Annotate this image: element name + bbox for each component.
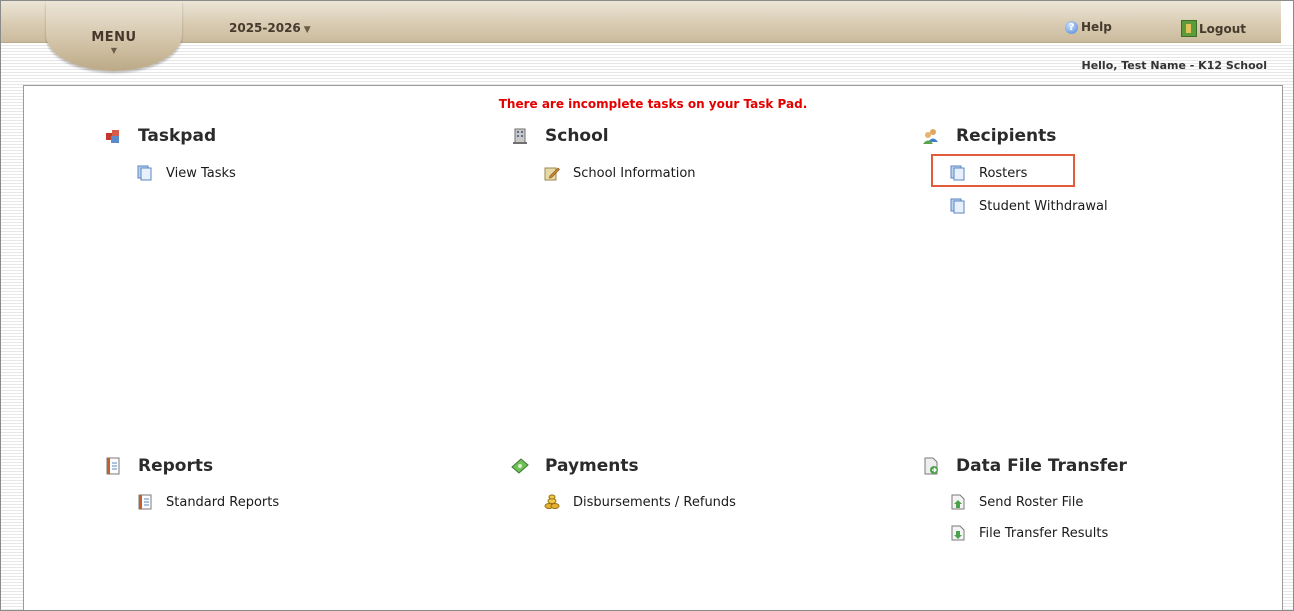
section-taskpad: Taskpad bbox=[104, 126, 216, 146]
report-icon bbox=[106, 457, 120, 475]
section-heading: Payments bbox=[511, 456, 639, 476]
user-greeting: Hello, Test Name - K12 School bbox=[1081, 59, 1267, 72]
section-title: Reports bbox=[138, 456, 214, 476]
file-transfer-results-link[interactable]: File Transfer Results bbox=[950, 525, 1108, 541]
rosters-highlight-box bbox=[931, 154, 1075, 187]
help-icon: ? bbox=[1065, 20, 1078, 34]
upload-file-icon bbox=[951, 494, 965, 510]
pages-icon bbox=[137, 165, 152, 181]
year-selector[interactable]: 2025-2026 ▼ bbox=[229, 21, 311, 35]
chevron-down-icon: ▼ bbox=[303, 25, 311, 35]
section-heading: Taskpad bbox=[104, 126, 216, 146]
logout-link[interactable]: Logout bbox=[1181, 20, 1246, 37]
incomplete-tasks-alert: There are incomplete tasks on your Task … bbox=[498, 97, 808, 111]
link-label: View Tasks bbox=[166, 165, 236, 181]
section-title: Data File Transfer bbox=[956, 456, 1127, 476]
door-icon bbox=[1181, 20, 1197, 37]
section-payments: Payments bbox=[511, 456, 639, 476]
help-link[interactable]: ? Help bbox=[1065, 20, 1112, 34]
section-school: School bbox=[511, 126, 609, 146]
link-label: School Information bbox=[573, 165, 696, 181]
money-icon bbox=[511, 458, 529, 474]
standard-reports-link[interactable]: Standard Reports bbox=[137, 494, 279, 510]
section-title: Recipients bbox=[956, 126, 1057, 146]
student-withdrawal-link[interactable]: Student Withdrawal bbox=[950, 198, 1108, 214]
section-title: Taskpad bbox=[138, 126, 217, 146]
section-heading: Recipients bbox=[922, 126, 1056, 146]
menu-button[interactable]: MENU ▼ bbox=[46, 1, 182, 71]
year-label: 2025-2026 bbox=[229, 21, 301, 35]
section-heading: Data File Transfer bbox=[922, 456, 1127, 476]
section-heading: School bbox=[511, 126, 609, 146]
section-heading: Reports bbox=[104, 456, 213, 476]
link-label: Student Withdrawal bbox=[979, 198, 1108, 214]
coins-icon bbox=[544, 494, 560, 509]
report-icon bbox=[138, 494, 152, 510]
logout-label: Logout bbox=[1199, 21, 1247, 36]
link-label: File Transfer Results bbox=[979, 525, 1109, 541]
view-tasks-link[interactable]: View Tasks bbox=[137, 165, 236, 181]
download-file-icon bbox=[951, 525, 965, 541]
school-information-link[interactable]: School Information bbox=[544, 165, 696, 181]
section-recipients: Recipients bbox=[922, 126, 1056, 146]
app-frame: MENU ▼ 2025-2026 ▼ ? Help Logout Hello, T… bbox=[0, 0, 1294, 611]
send-roster-file-link[interactable]: Send Roster File bbox=[950, 494, 1083, 510]
users-icon bbox=[923, 129, 938, 144]
pages-icon bbox=[950, 198, 965, 214]
chevron-down-icon: ▼ bbox=[110, 46, 118, 55]
building-icon bbox=[513, 128, 527, 144]
disbursements-refunds-link[interactable]: Disbursements / Refunds bbox=[544, 494, 736, 510]
edit-document-icon bbox=[544, 167, 560, 181]
help-label: Help bbox=[1081, 20, 1112, 34]
file-transfer-icon bbox=[924, 457, 938, 475]
section-data-file-transfer: Data File Transfer bbox=[922, 456, 1127, 476]
section-reports: Reports bbox=[104, 456, 213, 476]
section-title: School bbox=[545, 126, 609, 146]
main-panel: There are incomplete tasks on your Task … bbox=[23, 85, 1283, 610]
link-label: Send Roster File bbox=[979, 494, 1084, 510]
menu-label: MENU bbox=[91, 30, 137, 45]
link-label: Standard Reports bbox=[166, 494, 280, 510]
link-label: Disbursements / Refunds bbox=[573, 494, 736, 510]
cubes-icon bbox=[106, 130, 119, 143]
section-title: Payments bbox=[545, 456, 639, 476]
